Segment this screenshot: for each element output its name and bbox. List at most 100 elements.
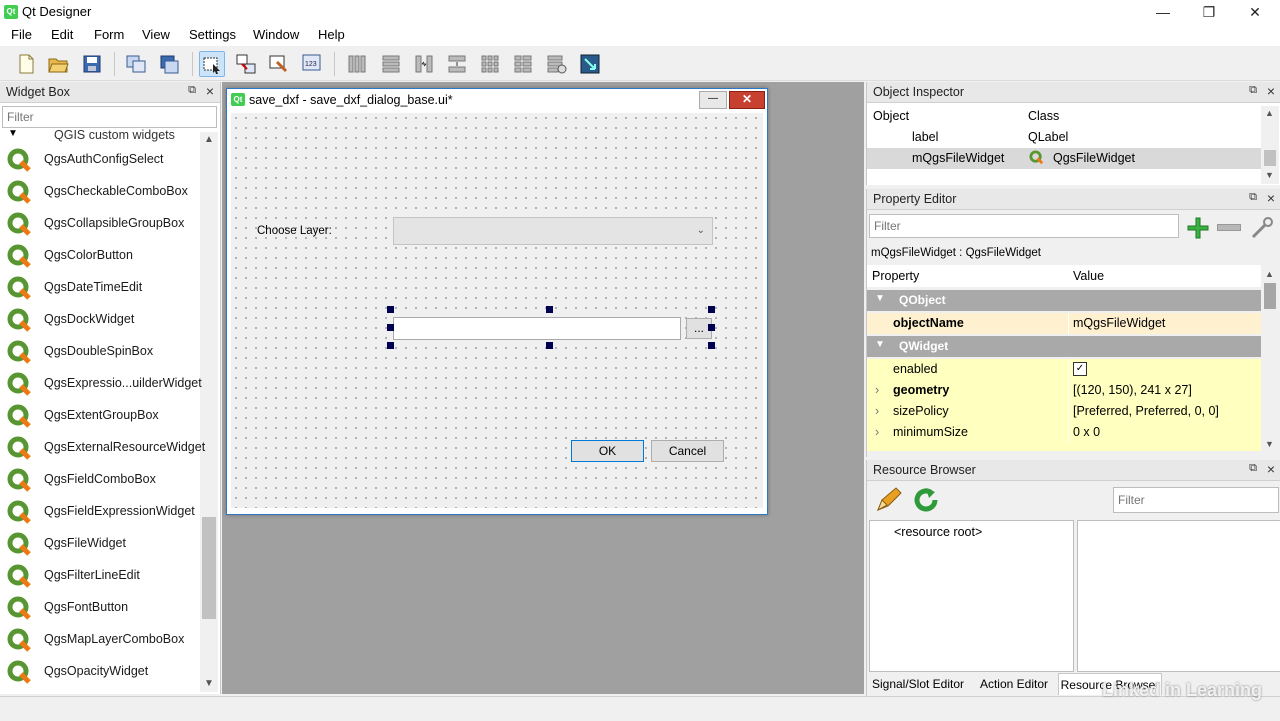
layout-vertical-icon[interactable] (378, 51, 404, 77)
property-group-row[interactable]: ▼ QObject (867, 290, 1261, 311)
widget-list-item[interactable]: QgsExternalResourceWidget (0, 432, 205, 464)
property-filter-input[interactable] (869, 214, 1179, 238)
scroll-up-icon[interactable]: ▲ (1265, 108, 1274, 118)
edit-widgets-icon[interactable] (199, 51, 225, 77)
close-icon[interactable]: × (1267, 190, 1275, 206)
undock-icon[interactable]: ⧉ (1249, 191, 1257, 204)
save-icon[interactable] (79, 51, 105, 77)
edit-tab-order-icon[interactable]: 123 (299, 51, 325, 77)
widget-list-item[interactable]: QgsDockWidget (0, 304, 200, 336)
open-folder-icon[interactable] (45, 51, 71, 77)
column-header-value[interactable]: Value (1073, 269, 1104, 283)
property-group-row[interactable]: ▼ QWidget (867, 336, 1261, 357)
chevron-right-icon[interactable]: › (875, 383, 879, 397)
undock-icon[interactable]: ⧉ (188, 84, 196, 97)
selection-handle[interactable] (387, 342, 394, 349)
edit-resources-pencil-icon[interactable] (873, 485, 903, 515)
add-dynamic-property-icon[interactable] (1185, 215, 1211, 241)
chevron-right-icon[interactable]: › (875, 425, 879, 439)
undock-icon[interactable]: ⧉ (1249, 462, 1257, 475)
property-value[interactable]: [Preferred, Preferred, 0, 0] (1073, 404, 1219, 418)
selection-handle[interactable] (708, 324, 715, 331)
scroll-down-icon[interactable]: ▼ (1265, 170, 1274, 180)
configure-wrench-icon[interactable] (1249, 215, 1275, 241)
menu-file[interactable]: File (11, 27, 32, 42)
form-canvas[interactable]: Choose Layer: ⌄ ... OK Cancel (231, 113, 763, 508)
layout-grid-icon[interactable] (477, 51, 503, 77)
menu-window[interactable]: Window (253, 27, 299, 42)
form-close-button[interactable]: ✕ (729, 91, 765, 109)
property-row[interactable]: enabled ✓ (867, 359, 1261, 380)
enabled-checkbox[interactable]: ✓ (1073, 362, 1087, 376)
widget-category-header[interactable]: ▼ QGIS custom widgets (0, 128, 200, 144)
resource-files-view[interactable] (1077, 520, 1280, 672)
property-row[interactable]: › geometry [(120, 150), 241 x 27] (867, 380, 1261, 401)
widget-filter-input[interactable] (2, 106, 217, 128)
chevron-right-icon[interactable]: › (875, 404, 879, 418)
widget-list-item[interactable]: QgsMapLayerComboBox (0, 624, 200, 656)
selection-handle[interactable] (708, 306, 715, 313)
tree-row-selected[interactable]: mQgsFileWidget QgsFileWidget (867, 148, 1261, 169)
layout-h-splitter-icon[interactable] (411, 51, 437, 77)
scroll-down-icon[interactable]: ▼ (1265, 439, 1274, 449)
widget-list-item[interactable]: QgsAuthConfigSelect (0, 144, 200, 176)
resource-filter-input[interactable] (1113, 487, 1279, 513)
selection-handle[interactable] (546, 342, 553, 349)
widget-list-item[interactable]: QgsFilterLineEdit (0, 560, 200, 592)
undock-icon[interactable]: ⧉ (1249, 84, 1257, 97)
menu-form[interactable]: Form (94, 27, 124, 42)
widget-list-item[interactable]: QgsFieldComboBox (0, 464, 200, 496)
close-icon[interactable]: × (1267, 461, 1275, 477)
widget-list-item[interactable]: QgsCheckableComboBox (0, 176, 200, 208)
close-icon[interactable]: × (206, 83, 214, 99)
widget-list-item[interactable]: QgsColorButton (0, 240, 200, 272)
property-row[interactable]: › sizePolicy [Preferred, Preferred, 0, 0… (867, 401, 1261, 422)
selection-handle[interactable] (708, 342, 715, 349)
layout-form-icon[interactable] (510, 51, 536, 77)
object-inspector-scrollbar[interactable]: ▲ ▼ (1261, 106, 1279, 184)
menu-view[interactable]: View (142, 27, 170, 42)
edit-buddies-icon[interactable] (266, 51, 292, 77)
ok-button[interactable]: OK (571, 440, 644, 462)
reload-icon[interactable] (911, 485, 941, 515)
scrollbar-thumb[interactable] (1264, 283, 1276, 309)
selection-handle[interactable] (546, 306, 553, 313)
file-widget-path-input[interactable] (393, 317, 681, 340)
tab-signal-slot-editor[interactable]: Signal/Slot Editor (866, 673, 970, 695)
property-value[interactable]: [(120, 150), 241 x 27] (1073, 383, 1192, 397)
scroll-up-icon[interactable]: ▲ (1265, 269, 1274, 279)
menu-edit[interactable]: Edit (51, 27, 73, 42)
restore-button[interactable]: ❐ (1186, 0, 1232, 24)
close-icon[interactable]: × (1267, 83, 1275, 99)
tile-windows-icon[interactable] (156, 51, 182, 77)
widget-box-scrollbar[interactable]: ▲ ▼ (200, 132, 218, 692)
cascade-windows-icon[interactable] (123, 51, 149, 77)
widget-list-item[interactable]: QgsDoubleSpinBox (0, 336, 200, 368)
resource-root-item[interactable]: <resource root> (894, 525, 982, 539)
widget-list-item[interactable]: QgsFontButton (0, 592, 200, 624)
scroll-down-icon[interactable]: ▼ (204, 678, 214, 689)
widget-list-item[interactable]: QgsExtentGroupBox (0, 400, 200, 432)
widget-list-item[interactable]: QgsCollapsibleGroupBox (0, 208, 200, 240)
layer-combobox[interactable]: ⌄ (393, 217, 713, 245)
scroll-up-icon[interactable]: ▲ (204, 134, 214, 145)
widget-list-item[interactable]: QgsFieldExpressionWidget (0, 496, 200, 528)
form-minimize-button[interactable]: — (699, 91, 727, 109)
menu-help[interactable]: Help (318, 27, 345, 42)
tab-action-editor[interactable]: Action Editor (970, 673, 1058, 695)
column-header-property[interactable]: Property (872, 269, 919, 283)
widget-list-item[interactable]: QgsExpressio...uilderWidget (0, 368, 202, 400)
property-value[interactable]: 0 x 0 (1073, 425, 1100, 439)
scrollbar-thumb[interactable] (1264, 150, 1276, 166)
new-file-icon[interactable] (13, 51, 39, 77)
scrollbar-thumb[interactable] (202, 517, 216, 619)
minimize-button[interactable]: — (1140, 0, 1186, 24)
layout-v-splitter-icon[interactable] (444, 51, 470, 77)
property-row[interactable]: objectName mQgsFileWidget (867, 313, 1261, 334)
close-button[interactable]: ✕ (1232, 0, 1278, 24)
widget-list-item[interactable]: QgsOpacityWidget (0, 656, 200, 688)
selection-handle[interactable] (387, 306, 394, 313)
resource-tree[interactable]: <resource root> (869, 520, 1074, 672)
widget-list-item[interactable]: QgsFileWidget (0, 528, 200, 560)
break-layout-icon[interactable] (544, 51, 570, 77)
